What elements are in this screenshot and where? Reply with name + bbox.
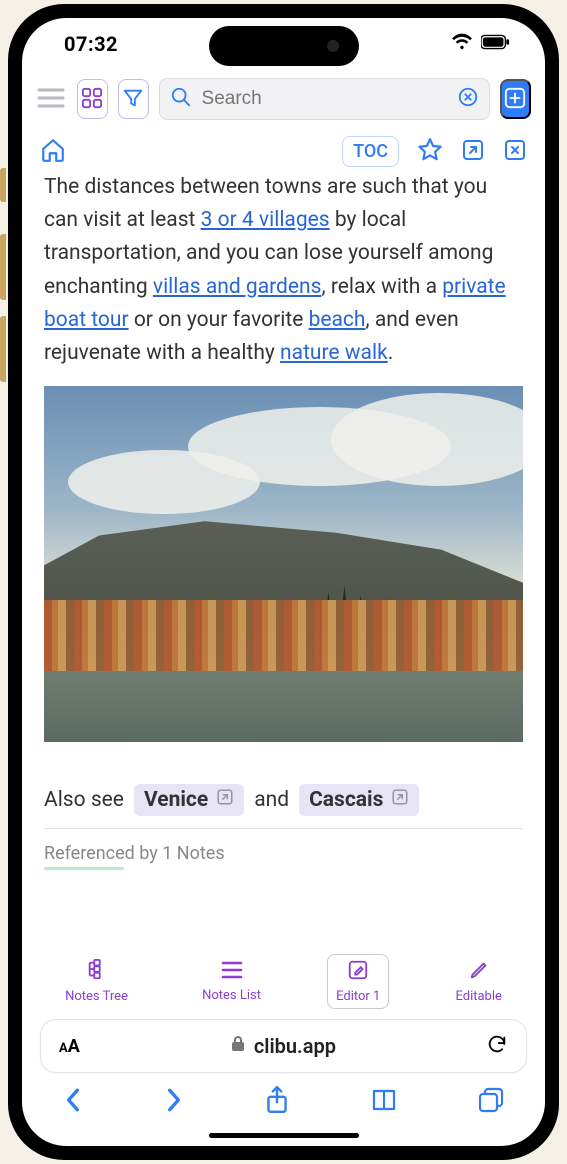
open-external-icon — [391, 788, 409, 812]
chip-cascais[interactable]: Cascais — [299, 784, 419, 816]
status-time: 07:32 — [64, 32, 118, 56]
list-icon — [220, 960, 244, 984]
tab-label: Editable — [455, 989, 501, 1004]
chip-label: Cascais — [309, 788, 383, 812]
tab-notes-list[interactable]: Notes List — [194, 956, 269, 1007]
close-button[interactable] — [503, 138, 527, 166]
phone-frame: 07:32 — [8, 4, 559, 1160]
wifi-icon — [451, 33, 473, 55]
app-tabs: Notes Tree Notes List Editor 1 Editable — [22, 944, 545, 1015]
star-button[interactable] — [417, 137, 443, 167]
back-button[interactable] — [62, 1087, 84, 1117]
grid-view-button[interactable] — [77, 79, 108, 119]
notch — [209, 26, 359, 66]
link-villas-gardens[interactable]: villas and gardens — [153, 275, 322, 299]
tab-editor[interactable]: Editor 1 — [327, 954, 389, 1009]
address-bar-wrap: AA clibu.app — [22, 1015, 545, 1073]
article-image — [44, 386, 523, 742]
search-box[interactable] — [159, 78, 490, 120]
note-content: The distances between towns are such tha… — [22, 175, 545, 944]
open-external-button[interactable] — [461, 138, 485, 166]
also-see-conjunction: and — [254, 788, 289, 812]
search-icon — [170, 86, 192, 112]
tree-icon — [85, 959, 109, 985]
tab-label: Notes List — [202, 988, 261, 1003]
phone-volume-down — [0, 316, 6, 382]
tab-notes-tree[interactable]: Notes Tree — [57, 955, 136, 1008]
text-size-button[interactable]: AA — [59, 1036, 80, 1057]
tab-editable[interactable]: Editable — [447, 955, 509, 1008]
chip-label: Venice — [144, 788, 208, 812]
phone-volume-up — [0, 234, 6, 300]
lock-icon — [230, 1034, 246, 1058]
bookmarks-button[interactable] — [370, 1087, 398, 1117]
home-indicator — [209, 1133, 359, 1138]
toc-button[interactable]: TOC — [342, 136, 399, 167]
menu-button[interactable] — [36, 79, 67, 119]
app-toolbar — [22, 70, 545, 128]
add-button[interactable] — [500, 79, 531, 119]
link-nature-walk[interactable]: nature walk — [280, 341, 388, 365]
address-bar[interactable]: AA clibu.app — [40, 1019, 527, 1073]
search-input[interactable] — [202, 88, 447, 110]
battery-icon — [481, 34, 511, 54]
pencil-icon — [467, 959, 491, 985]
page-domain: clibu.app — [230, 1034, 336, 1058]
article-text: . — [388, 341, 394, 365]
phone-silent-switch — [0, 168, 6, 202]
share-button[interactable] — [264, 1085, 290, 1119]
edit-square-icon — [346, 959, 370, 985]
referenced-by[interactable]: Referenced by 1 Notes — [44, 829, 523, 868]
note-toolbar: TOC — [22, 128, 545, 175]
grid-icon — [81, 87, 103, 112]
domain-text: clibu.app — [254, 1034, 336, 1058]
home-button[interactable] — [40, 137, 66, 167]
plus-icon — [504, 87, 526, 112]
link-beach[interactable]: beach — [309, 308, 366, 332]
tab-label: Notes Tree — [65, 989, 128, 1004]
hamburger-icon — [37, 87, 65, 112]
article-text: or on your favorite — [129, 308, 309, 332]
filter-icon — [122, 87, 144, 112]
open-external-icon — [216, 788, 234, 812]
tab-label: Editor 1 — [336, 989, 380, 1004]
filter-button[interactable] — [118, 79, 149, 119]
status-bar: 07:32 — [22, 18, 545, 70]
link-villages[interactable]: 3 or 4 villages — [201, 208, 330, 232]
clear-search-icon[interactable] — [457, 86, 479, 112]
reload-button[interactable] — [486, 1033, 508, 1059]
chip-venice[interactable]: Venice — [134, 784, 244, 816]
tabs-button[interactable] — [477, 1086, 505, 1118]
article-text: , relax with a — [321, 275, 442, 299]
article-paragraph: The distances between towns are such tha… — [44, 175, 523, 370]
also-see-section: Also see Venice and Cascais — [44, 784, 523, 816]
screen: 07:32 — [22, 18, 545, 1146]
safari-nav — [22, 1073, 545, 1131]
also-see-label: Also see — [44, 788, 124, 812]
forward-button[interactable] — [163, 1087, 185, 1117]
